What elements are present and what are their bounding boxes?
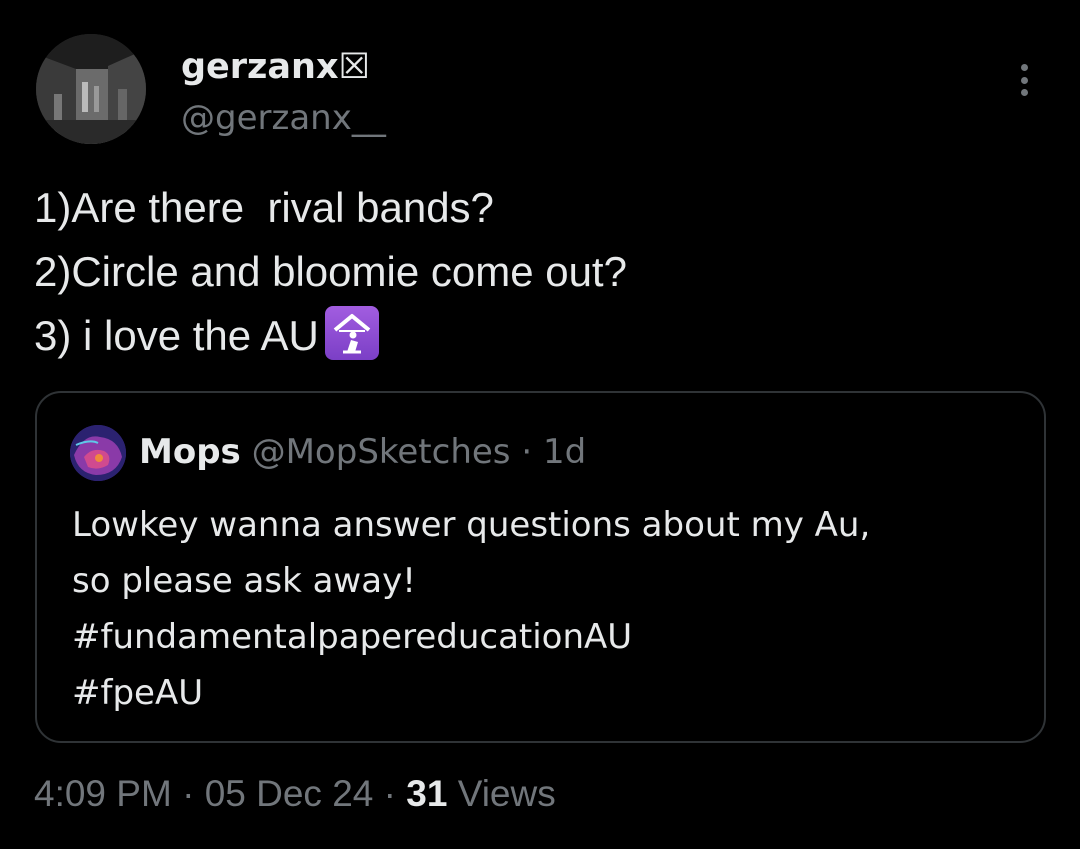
separator-dot: · [521, 432, 533, 472]
quoted-author-name[interactable]: Mops [139, 432, 241, 472]
more-options-icon-dot [1020, 89, 1028, 96]
tweet-line: 3) i love the AU [34, 304, 1044, 368]
hashtag-link[interactable]: #fundamentalpapereducationAU [72, 609, 1022, 665]
quoted-tweet-time[interactable]: 1d [543, 432, 586, 472]
views-label: Views [457, 773, 556, 814]
tweet-text: 1)Are there rival bands? 2)Circle and bl… [34, 176, 1044, 368]
profile-photo-icon [36, 34, 146, 144]
more-options-button[interactable] [1004, 58, 1044, 102]
tweet-date[interactable]: 05 Dec 24 [205, 773, 374, 814]
tweet: gerzanx☒ @gerzanx__ 1)Are there rival ba… [0, 0, 1080, 849]
more-options-icon-dot [1020, 76, 1028, 84]
separator-dot: · [182, 773, 195, 814]
tweet-line-text: 3) i love the AU [34, 312, 319, 359]
quoted-profile-photo-icon [70, 425, 126, 481]
place-of-worship-icon [324, 306, 379, 360]
quoted-tweet-text: Lowkey wanna answer questions about my A… [72, 497, 1022, 721]
quoted-tweet-card[interactable]: Mops @MopSketches · 1d Lowkey wanna answ… [35, 391, 1046, 743]
tweet-line: 2)Circle and bloomie come out? [34, 248, 627, 295]
separator-dot: · [383, 773, 396, 814]
quoted-tweet-line: Lowkey wanna answer questions about my A… [72, 505, 871, 545]
tweet-metadata: 4:09 PM · 05 Dec 24 · 31 Views [34, 770, 556, 818]
hashtag-link[interactable]: #fpeAU [72, 665, 1022, 721]
tweet-line: 1)Are there rival bands? [34, 184, 494, 231]
views-count: 31 [406, 773, 448, 814]
tweet-time[interactable]: 4:09 PM [34, 773, 172, 814]
author-avatar[interactable] [36, 34, 146, 144]
quoted-tweet-header: Mops @MopSketches · 1d [139, 429, 586, 475]
author-display-name[interactable]: gerzanx☒ [181, 44, 370, 90]
author-handle[interactable]: @gerzanx__ [181, 96, 386, 140]
quoted-author-avatar[interactable] [70, 425, 126, 481]
more-options-icon-dot [1020, 64, 1028, 71]
quoted-tweet-line: so please ask away! [72, 561, 416, 601]
quoted-author-handle[interactable]: @MopSketches [252, 432, 511, 472]
